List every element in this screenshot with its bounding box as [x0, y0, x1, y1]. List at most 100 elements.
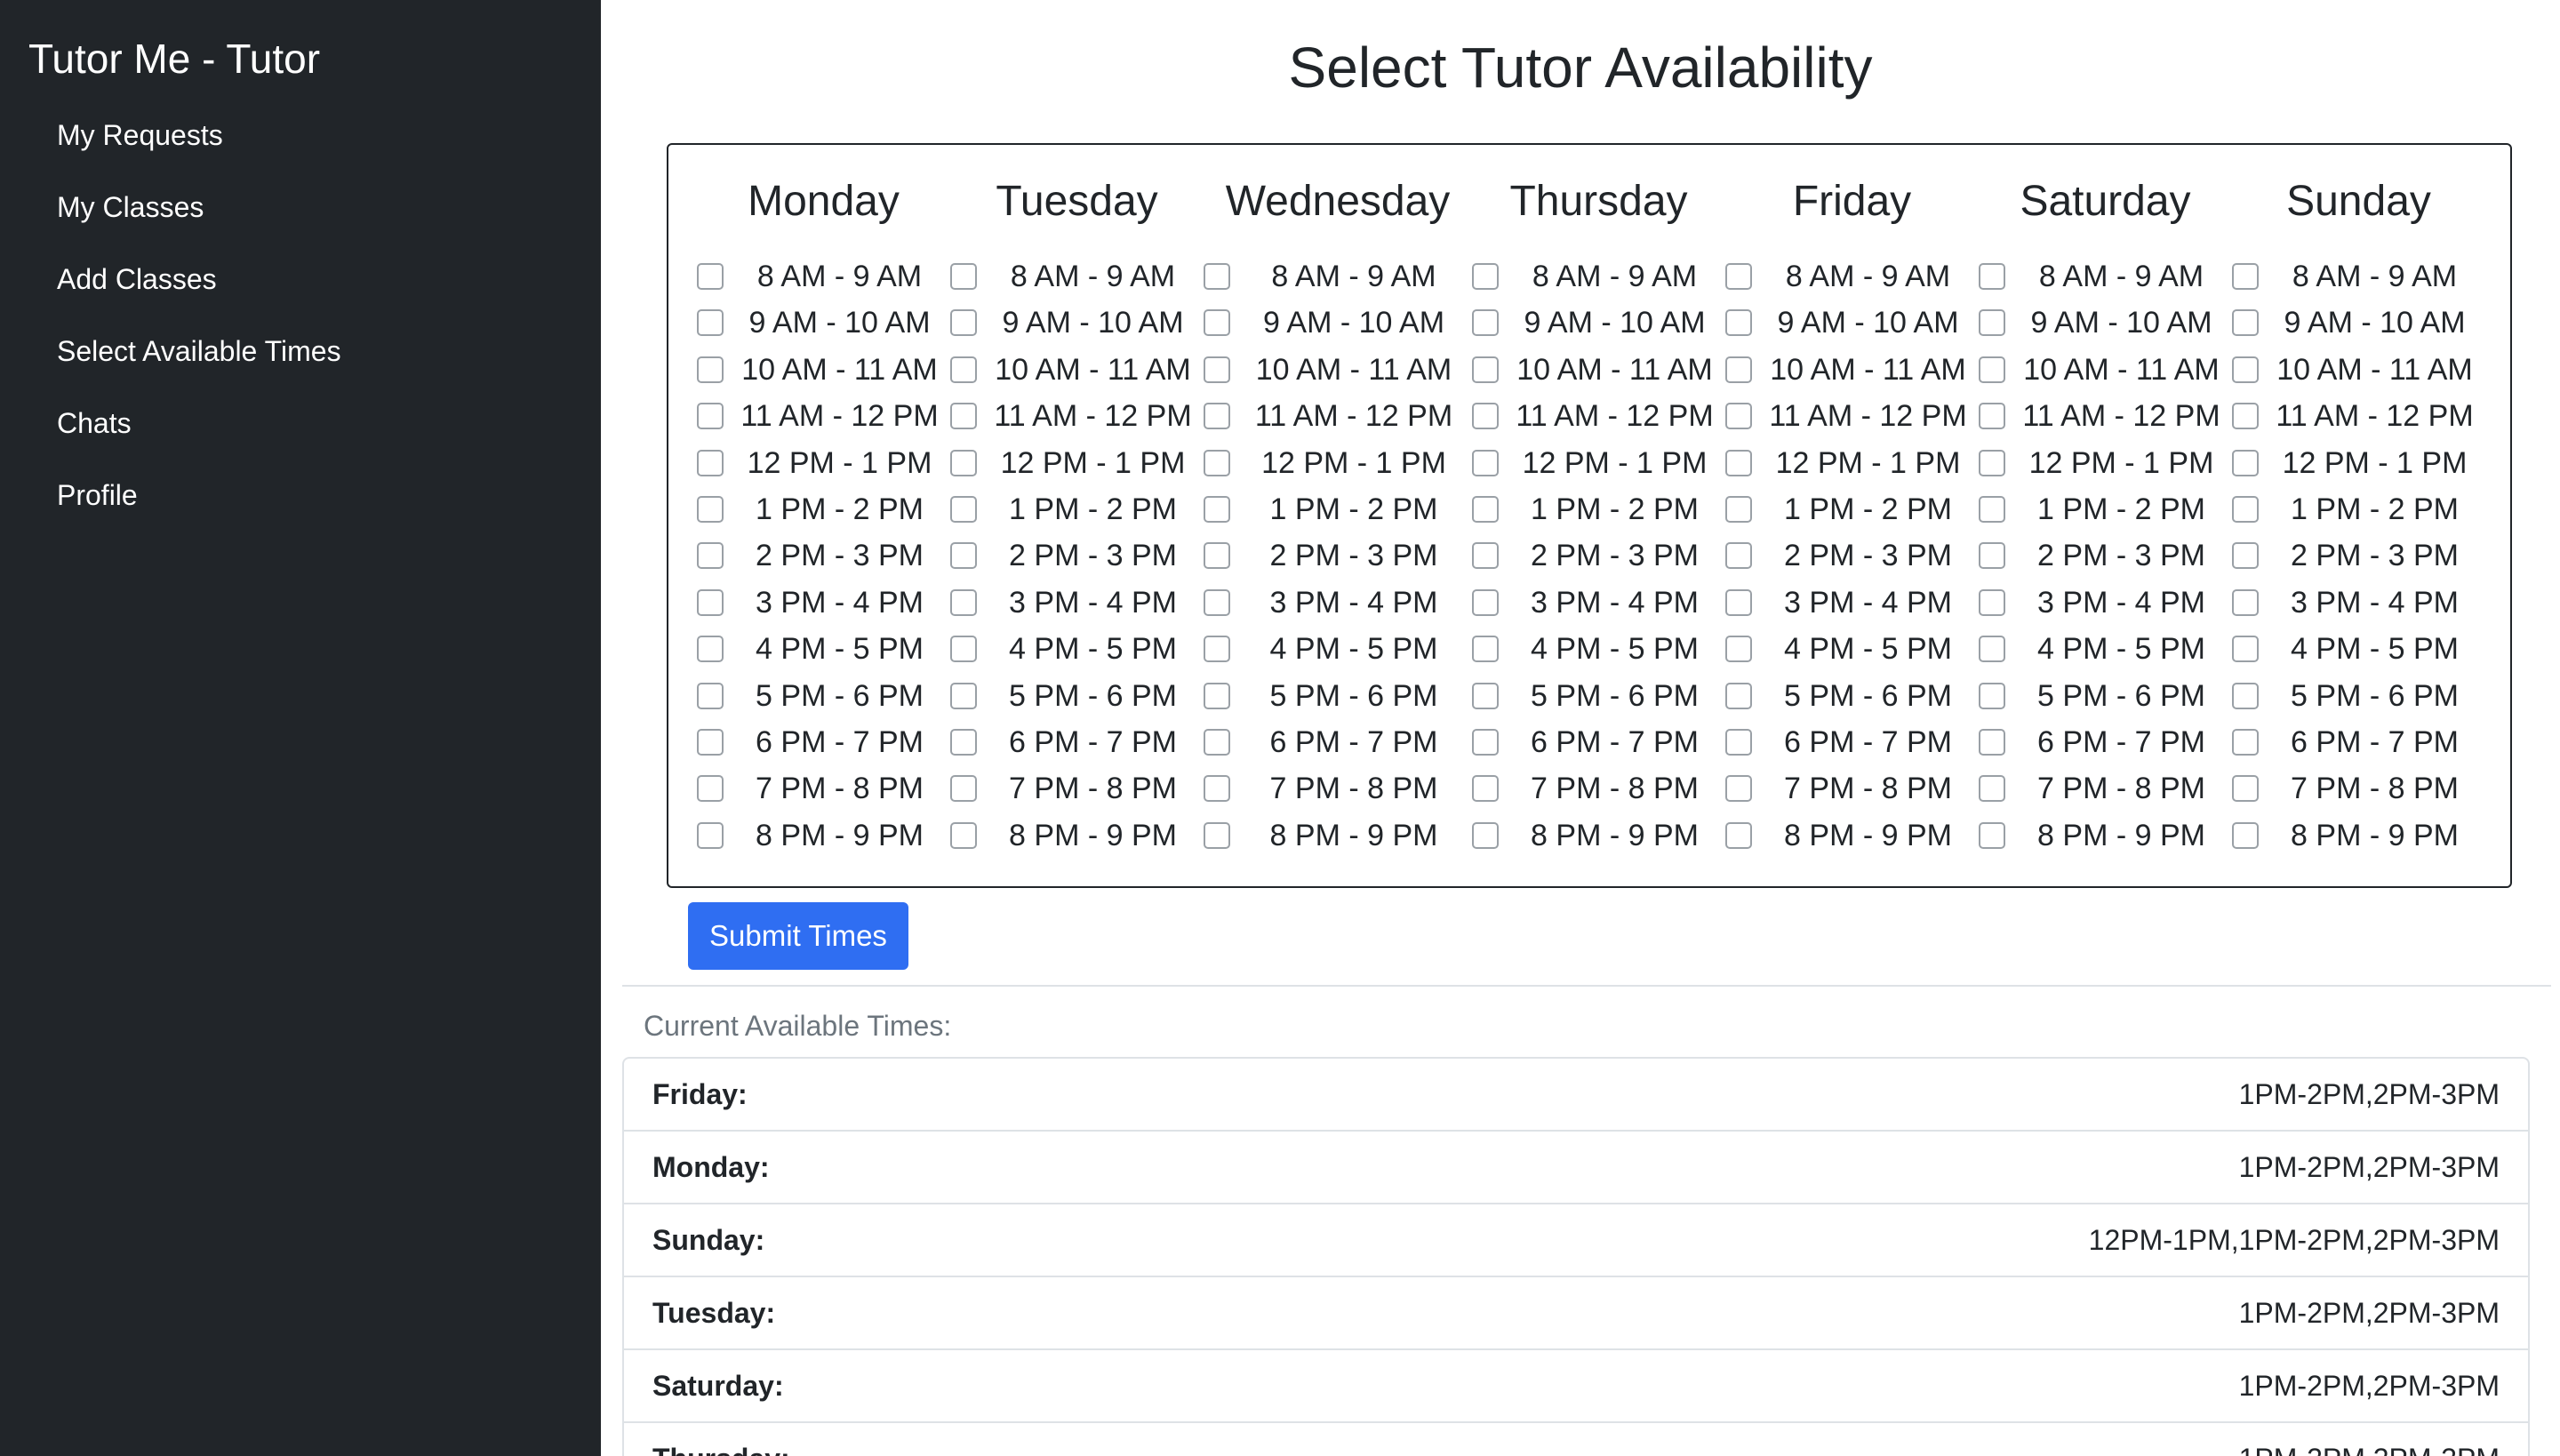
time-slot-checkbox[interactable]	[1725, 682, 1752, 709]
time-slot-checkbox[interactable]	[1204, 449, 1230, 476]
time-slot-checkbox[interactable]	[1204, 775, 1230, 803]
time-slot[interactable]: 2 PM - 3 PM	[1204, 534, 1472, 580]
time-slot[interactable]: 8 AM - 9 AM	[697, 255, 950, 301]
time-slot[interactable]: 10 AM - 11 AM	[1979, 348, 2232, 395]
time-slot[interactable]: 7 PM - 8 PM	[697, 767, 950, 813]
time-slot[interactable]: 11 AM - 12 PM	[1204, 395, 1472, 441]
time-slot[interactable]: 5 PM - 6 PM	[950, 675, 1204, 721]
time-slot-checkbox[interactable]	[1725, 309, 1752, 337]
time-slot[interactable]: 5 PM - 6 PM	[2232, 675, 2485, 721]
time-slot[interactable]: 1 PM - 2 PM	[1472, 488, 1725, 534]
app-brand[interactable]: Tutor Me - Tutor	[28, 34, 320, 84]
time-slot-checkbox[interactable]	[2232, 682, 2259, 709]
time-slot-checkbox[interactable]	[1204, 309, 1230, 337]
time-slot-checkbox[interactable]	[1979, 356, 2005, 383]
time-slot[interactable]: 10 AM - 11 AM	[697, 348, 950, 395]
time-slot-checkbox[interactable]	[1725, 542, 1752, 570]
nav-link-my-classes[interactable]: My Classes	[57, 189, 204, 225]
time-slot-checkbox[interactable]	[1204, 636, 1230, 663]
time-slot[interactable]: 12 PM - 1 PM	[2232, 442, 2485, 488]
time-slot[interactable]: 3 PM - 4 PM	[697, 581, 950, 628]
time-slot-checkbox[interactable]	[1979, 588, 2005, 616]
time-slot[interactable]: 2 PM - 3 PM	[950, 534, 1204, 580]
time-slot[interactable]: 9 AM - 10 AM	[697, 301, 950, 348]
time-slot-checkbox[interactable]	[1204, 403, 1230, 430]
time-slot-checkbox[interactable]	[1725, 588, 1752, 616]
time-slot[interactable]: 9 AM - 10 AM	[1472, 301, 1725, 348]
time-slot-checkbox[interactable]	[1204, 356, 1230, 383]
time-slot-checkbox[interactable]	[1979, 449, 2005, 476]
time-slot[interactable]: 7 PM - 8 PM	[1472, 767, 1725, 813]
time-slot-checkbox[interactable]	[697, 682, 724, 709]
time-slot[interactable]: 1 PM - 2 PM	[1204, 488, 1472, 534]
time-slot[interactable]: 11 AM - 12 PM	[1979, 395, 2232, 441]
time-slot[interactable]: 7 PM - 8 PM	[1204, 767, 1472, 813]
time-slot-checkbox[interactable]	[950, 356, 977, 383]
time-slot-checkbox[interactable]	[1472, 636, 1499, 663]
time-slot[interactable]: 5 PM - 6 PM	[1725, 675, 1979, 721]
time-slot-checkbox[interactable]	[1979, 729, 2005, 756]
time-slot[interactable]: 8 AM - 9 AM	[1979, 255, 2232, 301]
time-slot-checkbox[interactable]	[1979, 263, 2005, 290]
time-slot-checkbox[interactable]	[950, 496, 977, 523]
time-slot-checkbox[interactable]	[1979, 542, 2005, 570]
time-slot[interactable]: 6 PM - 7 PM	[950, 721, 1204, 767]
time-slot-checkbox[interactable]	[1472, 309, 1499, 337]
time-slot-checkbox[interactable]	[1204, 729, 1230, 756]
time-slot[interactable]: 1 PM - 2 PM	[2232, 488, 2485, 534]
time-slot-checkbox[interactable]	[2232, 309, 2259, 337]
time-slot-checkbox[interactable]	[697, 821, 724, 849]
time-slot[interactable]: 2 PM - 3 PM	[2232, 534, 2485, 580]
time-slot[interactable]: 12 PM - 1 PM	[1472, 442, 1725, 488]
time-slot-checkbox[interactable]	[1979, 682, 2005, 709]
time-slot[interactable]: 8 PM - 9 PM	[1472, 814, 1725, 860]
time-slot[interactable]: 11 AM - 12 PM	[2232, 395, 2485, 441]
time-slot-checkbox[interactable]	[1979, 636, 2005, 663]
time-slot[interactable]: 12 PM - 1 PM	[1204, 442, 1472, 488]
time-slot[interactable]: 10 AM - 11 AM	[1725, 348, 1979, 395]
time-slot[interactable]: 10 AM - 11 AM	[1472, 348, 1725, 395]
time-slot-checkbox[interactable]	[2232, 542, 2259, 570]
time-slot[interactable]: 8 PM - 9 PM	[1204, 814, 1472, 860]
time-slot[interactable]: 6 PM - 7 PM	[1979, 721, 2232, 767]
time-slot-checkbox[interactable]	[1472, 588, 1499, 616]
time-slot-checkbox[interactable]	[697, 775, 724, 803]
time-slot-checkbox[interactable]	[1979, 309, 2005, 337]
time-slot-checkbox[interactable]	[1725, 729, 1752, 756]
time-slot-checkbox[interactable]	[697, 588, 724, 616]
time-slot-checkbox[interactable]	[1725, 821, 1752, 849]
time-slot[interactable]: 4 PM - 5 PM	[950, 628, 1204, 674]
time-slot-checkbox[interactable]	[2232, 356, 2259, 383]
time-slot-checkbox[interactable]	[1204, 496, 1230, 523]
time-slot-checkbox[interactable]	[1979, 496, 2005, 523]
time-slot-checkbox[interactable]	[2232, 775, 2259, 803]
time-slot[interactable]: 8 PM - 9 PM	[697, 814, 950, 860]
time-slot[interactable]: 1 PM - 2 PM	[1725, 488, 1979, 534]
time-slot[interactable]: 10 AM - 11 AM	[2232, 348, 2485, 395]
time-slot[interactable]: 6 PM - 7 PM	[1204, 721, 1472, 767]
time-slot-checkbox[interactable]	[697, 542, 724, 570]
time-slot[interactable]: 8 AM - 9 AM	[1725, 255, 1979, 301]
nav-link-chats[interactable]: Chats	[57, 405, 132, 441]
time-slot[interactable]: 11 AM - 12 PM	[1725, 395, 1979, 441]
time-slot-checkbox[interactable]	[1204, 821, 1230, 849]
time-slot-checkbox[interactable]	[2232, 403, 2259, 430]
time-slot[interactable]: 9 AM - 10 AM	[950, 301, 1204, 348]
time-slot[interactable]: 12 PM - 1 PM	[950, 442, 1204, 488]
time-slot-checkbox[interactable]	[1725, 449, 1752, 476]
time-slot[interactable]: 8 PM - 9 PM	[2232, 814, 2485, 860]
time-slot-checkbox[interactable]	[697, 496, 724, 523]
time-slot-checkbox[interactable]	[697, 636, 724, 663]
time-slot-checkbox[interactable]	[2232, 263, 2259, 290]
time-slot[interactable]: 5 PM - 6 PM	[697, 675, 950, 721]
nav-link-profile[interactable]: Profile	[57, 477, 138, 513]
time-slot-checkbox[interactable]	[1725, 263, 1752, 290]
time-slot-checkbox[interactable]	[697, 403, 724, 430]
time-slot[interactable]: 5 PM - 6 PM	[1472, 675, 1725, 721]
time-slot-checkbox[interactable]	[2232, 449, 2259, 476]
time-slot-checkbox[interactable]	[1472, 729, 1499, 756]
time-slot[interactable]: 1 PM - 2 PM	[697, 488, 950, 534]
time-slot[interactable]: 2 PM - 3 PM	[1725, 534, 1979, 580]
time-slot-checkbox[interactable]	[1472, 449, 1499, 476]
time-slot-checkbox[interactable]	[2232, 588, 2259, 616]
